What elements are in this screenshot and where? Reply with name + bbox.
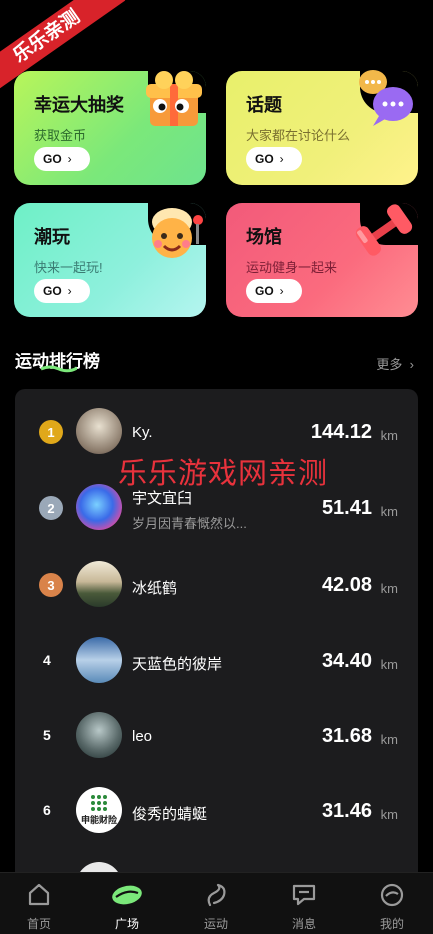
more-label: 更多 (376, 357, 403, 372)
user-name: 俊秀的蜻蜓 (132, 806, 208, 823)
tab-label: 我的 (379, 917, 404, 931)
distance-unit: km (380, 504, 398, 519)
avatar (76, 637, 122, 683)
go-label: GO (43, 152, 62, 166)
user-name: 冰纸鹤 (132, 580, 178, 597)
chevron-right-icon: › (406, 357, 414, 372)
tab-label: 首页 (26, 917, 51, 931)
chevron-right-icon: › (67, 284, 72, 298)
distance-value: 31.68 (321, 725, 372, 747)
avatar: 申能财险 (76, 787, 122, 833)
sport-icon (207, 883, 226, 907)
distance-unit: km (380, 657, 398, 672)
ranking-row[interactable]: 6 申能财险 俊秀的蜻蜓 31.46 km (15, 772, 418, 847)
avatar-logo-text: 申能财险 (80, 815, 117, 825)
go-label: GO (255, 284, 274, 298)
tab-plaza[interactable]: 广场 (97, 881, 157, 932)
bronze-medal-icon: 3 (39, 573, 63, 597)
home-icon (28, 883, 50, 906)
avatar (76, 408, 122, 454)
ranking-row[interactable]: 3 冰纸鹤 42.08 km (15, 546, 418, 621)
silver-medal-icon: 2 (39, 496, 63, 520)
go-button[interactable]: GO › (246, 279, 302, 303)
gift-box-icon (146, 71, 202, 126)
ranking-row[interactable]: 5 leo 31.68 km (15, 697, 418, 772)
tab-label: 广场 (114, 917, 139, 931)
user-name: 天蓝色的彼岸 (132, 656, 223, 673)
user-signature: 岁月因青春慨然以... (132, 516, 247, 531)
logo-icon (91, 795, 107, 811)
tab-label: 消息 (291, 917, 316, 931)
rank-number: 6 (43, 802, 51, 818)
distance-unit: km (380, 732, 398, 747)
chevron-right-icon: › (67, 152, 72, 166)
go-label: GO (43, 284, 62, 298)
chevron-right-icon: › (279, 152, 284, 166)
dumbbell-icon (355, 204, 413, 256)
more-link[interactable]: 更多 › (376, 354, 414, 373)
avatar (76, 561, 122, 607)
tab-label: 运动 (203, 917, 228, 931)
bottom-tab-bar: 首页 广场 运动 消息 我的 (0, 872, 433, 934)
tab-profile[interactable]: 我的 (362, 881, 422, 932)
ranking-header: 运动排行榜 更多 › (15, 343, 418, 373)
tab-home[interactable]: 首页 (9, 881, 69, 932)
user-name: leo (132, 728, 153, 745)
watermark: 乐乐游戏网亲测 (118, 456, 329, 490)
rank-number: 5 (43, 727, 51, 743)
chevron-right-icon: › (279, 284, 284, 298)
mascot-icon (152, 208, 203, 258)
distance-value: 31.46 (321, 800, 372, 822)
distance-value: 51.41 (321, 497, 372, 519)
message-icon (292, 884, 316, 906)
distance-value: 34.40 (321, 650, 372, 672)
distance-unit: km (380, 428, 398, 443)
chat-bubbles-icon (359, 70, 413, 126)
rank-number: 4 (43, 652, 51, 668)
title-underline-icon (41, 365, 77, 373)
tab-sport[interactable]: 运动 (186, 881, 246, 932)
distance-unit: km (380, 581, 398, 596)
profile-icon (380, 883, 404, 907)
avatar (76, 712, 122, 758)
gold-medal-icon: 1 (39, 420, 63, 444)
avatar (76, 484, 122, 530)
distance-unit: km (380, 807, 398, 822)
plaza-icon (112, 885, 142, 905)
go-button[interactable]: GO › (246, 147, 302, 171)
go-label: GO (255, 152, 274, 166)
distance-value: 144.12 (310, 421, 372, 443)
go-button[interactable]: GO › (34, 147, 90, 171)
ranking-row[interactable]: 4 天蓝色的彼岸 34.40 km (15, 622, 418, 697)
go-button[interactable]: GO › (34, 279, 90, 303)
tab-message[interactable]: 消息 (274, 881, 334, 932)
distance-value: 42.08 (321, 574, 372, 596)
user-name: Ky. (132, 424, 153, 441)
